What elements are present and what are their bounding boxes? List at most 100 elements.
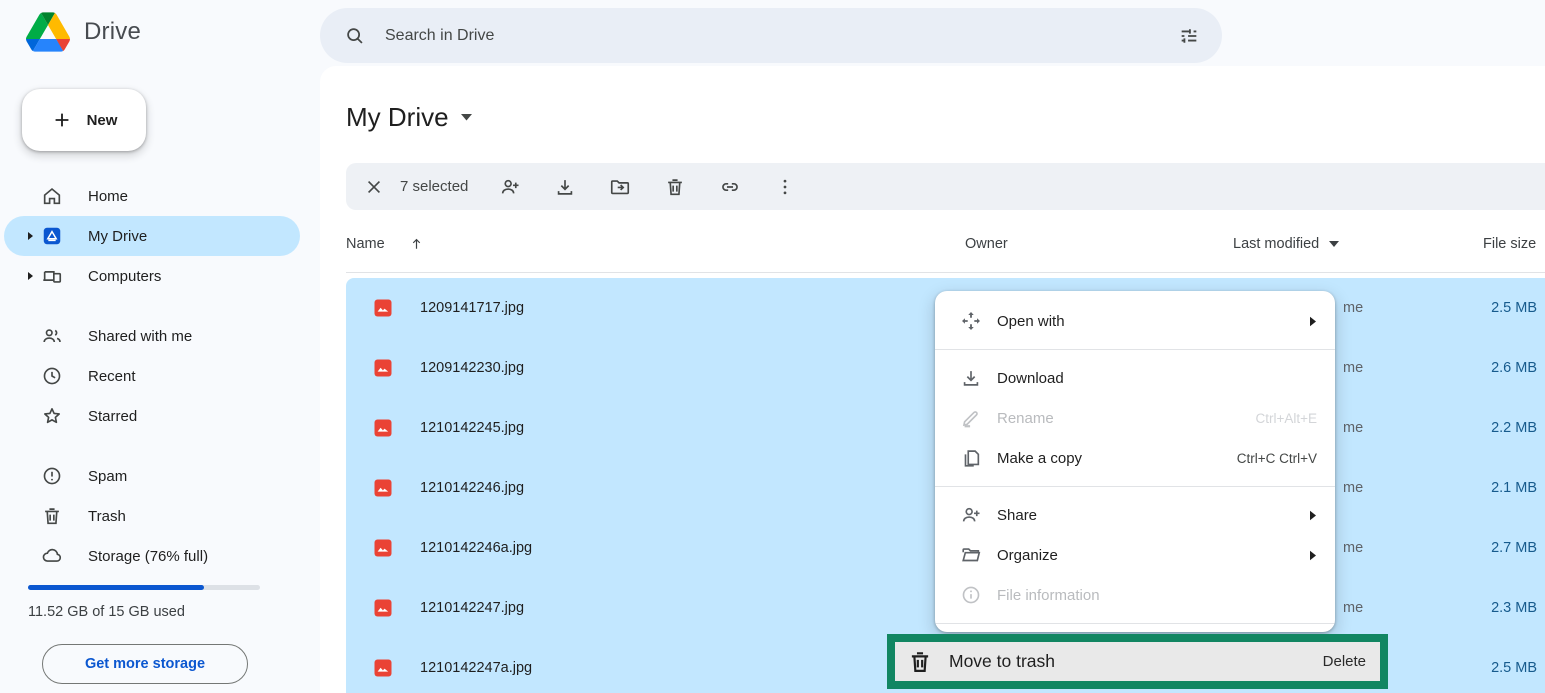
context-menu: Open with Download Rename Ctrl+Alt+E Mak…	[935, 291, 1335, 632]
folder-move-icon	[609, 176, 631, 198]
menu-item-file-information: File information	[935, 575, 1335, 615]
sidebar-nav: Home My Drive Computers	[4, 176, 300, 576]
menu-item-organize[interactable]: Organize	[935, 535, 1335, 575]
sidebar-item-shared-with-me[interactable]: Shared with me	[4, 316, 300, 356]
search-options-icon[interactable]	[1178, 25, 1200, 47]
sidebar-item-storage[interactable]: Storage (76% full)	[4, 536, 300, 576]
search-bar[interactable]	[320, 8, 1222, 63]
menu-divider	[935, 349, 1335, 350]
sidebar-item-home[interactable]: Home	[4, 176, 300, 216]
menu-divider	[935, 486, 1335, 487]
home-icon	[40, 184, 64, 208]
search-input[interactable]	[383, 26, 1178, 46]
storage-usage-text: 11.52 GB of 15 GB used	[28, 604, 185, 620]
page-title: My Drive	[346, 102, 449, 133]
trash-button[interactable]	[655, 167, 695, 207]
info-icon	[959, 583, 983, 607]
main-content: My Drive 7 selected	[320, 66, 1545, 693]
plus-icon	[51, 109, 73, 131]
image-file-icon	[374, 479, 392, 497]
menu-item-open-with[interactable]: Open with	[935, 301, 1335, 341]
copy-icon	[959, 446, 983, 470]
sidebar-item-computers[interactable]: Computers	[4, 256, 300, 296]
get-more-storage-button[interactable]: Get more storage	[42, 644, 248, 684]
file-size-cell: 2.5 MB	[1491, 300, 1537, 316]
app-title: Drive	[84, 18, 141, 46]
computers-icon	[40, 264, 64, 288]
owner-cell: me	[1343, 420, 1363, 436]
star-icon	[40, 404, 64, 428]
download-icon	[959, 366, 983, 390]
shortcut-label: Ctrl+Alt+E	[1255, 411, 1317, 426]
column-header-owner[interactable]: Owner	[965, 236, 1008, 252]
header-divider	[346, 272, 1545, 273]
image-file-icon	[374, 659, 392, 677]
folder-open-icon	[959, 543, 983, 567]
selection-count: 7 selected	[400, 178, 468, 195]
download-button[interactable]	[545, 167, 585, 207]
image-file-icon	[374, 599, 392, 617]
open-with-icon	[959, 309, 983, 333]
annotation-highlight-move-to-trash[interactable]: Move to trash Delete	[887, 634, 1388, 689]
more-actions-button[interactable]	[765, 167, 805, 207]
toolbar-actions	[490, 167, 805, 207]
file-size-cell: 2.1 MB	[1491, 480, 1537, 496]
storage-progress-fill	[28, 585, 204, 590]
get-link-button[interactable]	[710, 167, 750, 207]
expand-caret-icon[interactable]	[20, 271, 40, 281]
menu-item-make-a-copy[interactable]: Make a copy Ctrl+C Ctrl+V	[935, 438, 1335, 478]
share-button[interactable]	[490, 167, 530, 207]
image-file-icon	[374, 299, 392, 317]
sort-descending-icon	[1329, 241, 1339, 247]
file-size-cell: 2.2 MB	[1491, 420, 1537, 436]
sidebar-item-my-drive[interactable]: My Drive	[4, 216, 300, 256]
close-icon	[364, 177, 384, 197]
column-header-last-modified[interactable]: Last modified	[1233, 236, 1339, 252]
sidebar-item-trash[interactable]: Trash	[4, 496, 300, 536]
person-add-icon	[499, 176, 521, 198]
file-size-cell: 2.3 MB	[1491, 600, 1537, 616]
link-icon	[719, 176, 741, 198]
clear-selection-button[interactable]	[354, 167, 394, 207]
sidebar-item-spam[interactable]: Spam	[4, 456, 300, 496]
sidebar-item-starred[interactable]: Starred	[4, 396, 300, 436]
sidebar-item-recent[interactable]: Recent	[4, 356, 300, 396]
menu-item-download[interactable]: Download	[935, 358, 1335, 398]
owner-cell: me	[1343, 540, 1363, 556]
search-icon	[344, 25, 365, 46]
sidebar: Drive New Home My	[0, 0, 320, 693]
person-add-icon	[959, 503, 983, 527]
view-title-dropdown[interactable]: My Drive	[346, 102, 472, 133]
more-vert-icon	[774, 176, 796, 198]
shortcut-label: Delete	[1323, 653, 1366, 670]
column-header-name[interactable]: Name	[346, 236, 424, 252]
trash-icon	[907, 649, 933, 675]
storage-progress-bar	[28, 585, 260, 590]
menu-divider	[935, 623, 1335, 624]
expand-caret-icon[interactable]	[20, 231, 40, 241]
owner-cell: me	[1343, 300, 1363, 316]
shared-with-me-icon	[40, 324, 64, 348]
sort-ascending-icon	[409, 236, 424, 252]
column-header-file-size[interactable]: File size	[1483, 236, 1536, 252]
image-file-icon	[374, 359, 392, 377]
menu-item-move-to-trash-label: Move to trash	[949, 651, 1055, 672]
google-drive-window: Drive New Home My	[0, 0, 1545, 693]
new-button[interactable]: New	[22, 89, 146, 151]
my-drive-icon	[40, 224, 64, 248]
image-file-icon	[374, 539, 392, 557]
trash-icon	[40, 504, 64, 528]
cloud-icon	[40, 544, 64, 568]
image-file-icon	[374, 419, 392, 437]
submenu-arrow-icon	[1309, 316, 1317, 327]
file-size-cell: 2.7 MB	[1491, 540, 1537, 556]
move-to-folder-button[interactable]	[600, 167, 640, 207]
spam-icon	[40, 464, 64, 488]
drive-logo[interactable]: Drive	[26, 12, 141, 52]
title-dropdown-caret-icon	[461, 114, 472, 121]
menu-item-share[interactable]: Share	[935, 495, 1335, 535]
submenu-arrow-icon	[1309, 510, 1317, 521]
owner-cell: me	[1343, 360, 1363, 376]
menu-item-rename: Rename Ctrl+Alt+E	[935, 398, 1335, 438]
file-size-cell: 2.6 MB	[1491, 360, 1537, 376]
